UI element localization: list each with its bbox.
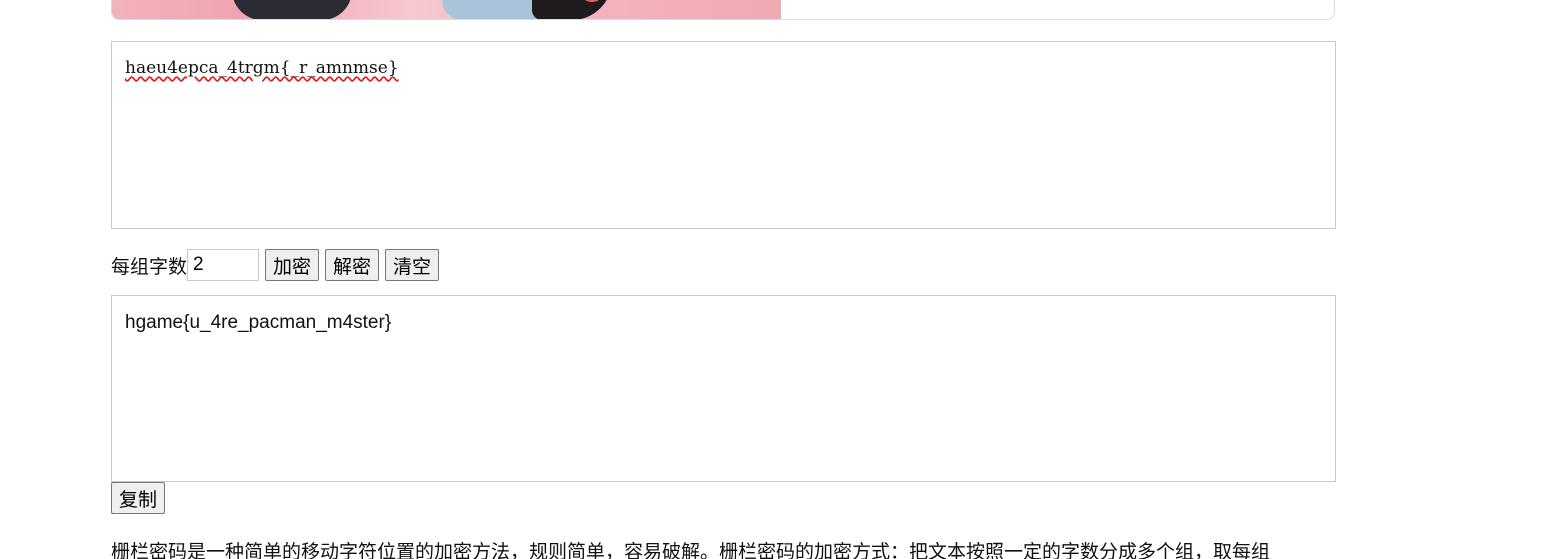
decrypt-button[interactable]: 解密	[325, 249, 380, 281]
cipher-text-input[interactable]: haeu4epca_4trgm{_r_amnmse}	[111, 41, 1336, 229]
group-size-label: 每组字数	[111, 255, 188, 278]
copy-button[interactable]: 复制	[111, 482, 166, 514]
cipher-controls: 每组字数 加密 解密 清空	[111, 249, 445, 281]
group-size-input[interactable]	[187, 249, 260, 281]
clear-button[interactable]: 清空	[385, 249, 440, 281]
encrypt-button[interactable]: 加密	[265, 249, 320, 281]
plain-text-output[interactable]: hgame{u_4re_pacman_m4ster}	[111, 295, 1336, 482]
banner-card	[111, 0, 1335, 20]
description-text: 栅栏密码是一种简单的移动字符位置的加密方法，规则简单，容易破解。栅栏密码的加密方…	[111, 541, 1271, 559]
banner-image	[112, 0, 781, 19]
